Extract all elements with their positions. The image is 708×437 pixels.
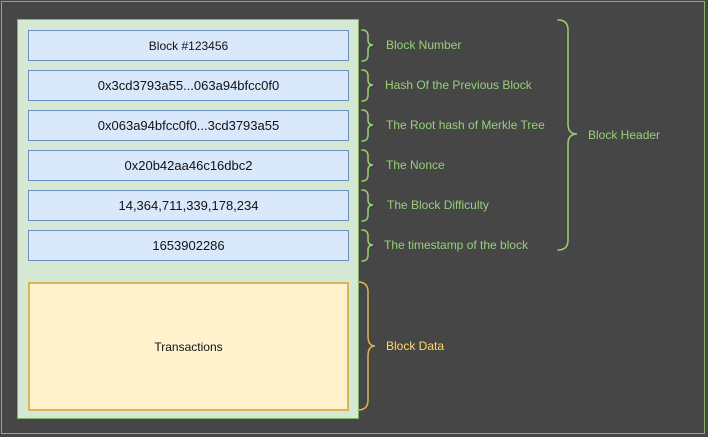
timestamp-label: The timestamp of the block	[384, 238, 529, 252]
nonce-brace	[361, 149, 374, 182]
difficulty-label: The Block Difficulty	[387, 198, 489, 212]
block-number-label: Block Number	[386, 38, 462, 52]
header-brace	[557, 19, 578, 251]
data-brace	[357, 281, 376, 411]
block-data-label: Block Data	[386, 339, 445, 353]
merkle-root-brace	[361, 109, 374, 142]
previous-hash-brace	[361, 69, 374, 102]
timestamp-brace	[361, 229, 374, 262]
difficulty-brace	[361, 189, 374, 222]
block-number-brace	[361, 29, 374, 62]
nonce-label: The Nonce	[386, 158, 445, 172]
block-header-label: Block Header	[588, 128, 661, 142]
previous-hash-label: Hash Of the Previous Block	[385, 78, 532, 92]
merkle-root-label: The Root hash of Merkle Tree	[386, 118, 545, 132]
brace-connectors	[357, 19, 578, 411]
